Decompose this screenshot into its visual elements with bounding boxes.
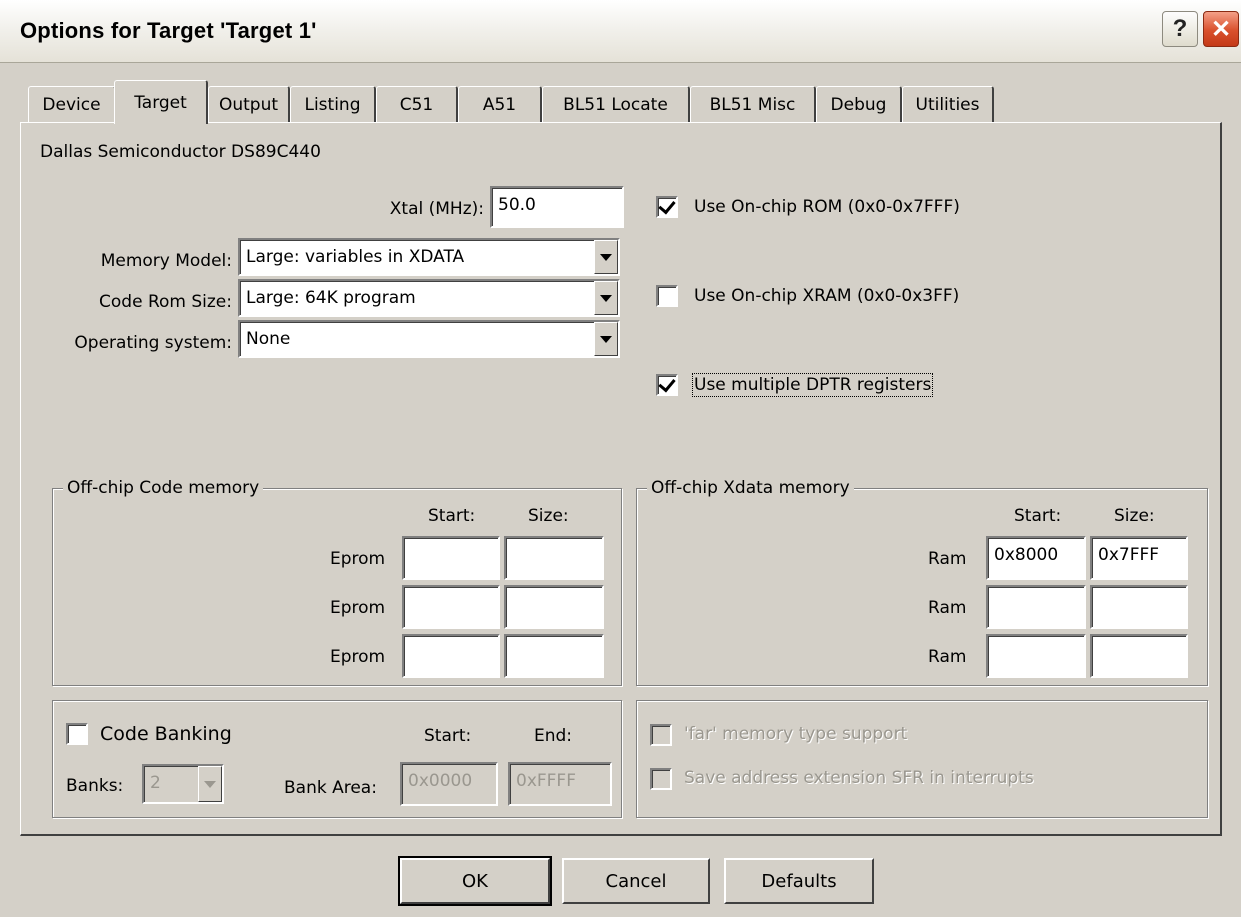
tab-label: BL51 Locate xyxy=(563,94,668,115)
code-start-input-2[interactable] xyxy=(402,585,500,629)
onchip-xram-label[interactable]: Use On-chip XRAM (0x0-0x3FF) xyxy=(694,286,959,306)
xdata-row-label: Ram xyxy=(928,549,967,569)
onchip-rom-label[interactable]: Use On-chip ROM (0x0-0x7FFF) xyxy=(694,197,960,217)
xdata-start-input-1[interactable]: 0x8000 xyxy=(986,536,1086,580)
operating-system-label: Operating system: xyxy=(74,333,232,353)
tab-bl51-locate[interactable]: BL51 Locate xyxy=(542,86,690,122)
tab-label: Listing xyxy=(304,94,361,115)
code-banking-checkbox[interactable] xyxy=(66,723,88,745)
tab-target[interactable]: Target xyxy=(114,80,208,124)
device-name: Dallas Semiconductor DS89C440 xyxy=(40,142,321,162)
code-size-input-3[interactable] xyxy=(504,634,604,678)
defaults-button[interactable]: Defaults xyxy=(724,858,874,904)
chevron-down-icon xyxy=(600,335,612,343)
tab-a51[interactable]: A51 xyxy=(458,86,542,122)
banks-dropdown-button[interactable] xyxy=(198,766,222,802)
xdata-start-header: Start: xyxy=(1014,506,1062,526)
multiple-dptr-checkbox[interactable] xyxy=(656,374,678,396)
code-rom-size-value: Large: 64K program xyxy=(246,288,416,308)
tab-label: Output xyxy=(218,94,279,115)
checkmark-icon xyxy=(658,374,676,393)
tab-label: Utilities xyxy=(915,94,980,115)
chevron-down-icon xyxy=(600,294,612,302)
bank-area-label: Bank Area: xyxy=(284,778,377,798)
xtal-input[interactable]: 50.0 xyxy=(490,186,624,228)
ok-button[interactable]: OK xyxy=(398,856,552,906)
onchip-xram-checkbox[interactable] xyxy=(656,285,678,307)
tab-bl51-misc[interactable]: BL51 Misc xyxy=(690,86,816,122)
window-title: Options for Target 'Target 1' xyxy=(20,18,317,43)
xdata-size-header: Size: xyxy=(1114,506,1155,526)
xdata-memory-title: Off-chip Xdata memory xyxy=(647,478,854,498)
tab-label: A51 xyxy=(482,94,517,115)
help-button[interactable]: ? xyxy=(1162,11,1198,47)
tab-label: Debug xyxy=(830,94,887,115)
banks-label: Banks: xyxy=(66,776,124,796)
tab-device[interactable]: Device xyxy=(28,86,116,122)
far-options-group xyxy=(636,700,1208,818)
memory-model-select[interactable]: Large: variables in XDATA xyxy=(238,238,620,276)
code-size-input-1[interactable] xyxy=(504,536,604,580)
banks-select[interactable]: 2 xyxy=(142,764,224,804)
save-sfr-label[interactable]: Save address extension SFR in interrupts xyxy=(684,768,1034,788)
xdata-size-input-1[interactable]: 0x7FFF xyxy=(1090,536,1188,580)
chevron-down-icon xyxy=(600,253,612,261)
tab-output[interactable]: Output xyxy=(208,86,290,122)
code-rom-size-label: Code Rom Size: xyxy=(99,292,232,312)
tab-listing[interactable]: Listing xyxy=(290,86,376,122)
operating-system-value: None xyxy=(246,329,291,349)
code-start-input-1[interactable] xyxy=(402,536,500,580)
onchip-rom-checkbox[interactable] xyxy=(656,196,678,218)
operating-system-dropdown-button[interactable] xyxy=(594,322,618,356)
xdata-size-input-2[interactable] xyxy=(1090,585,1188,629)
xtal-label: Xtal (MHz): xyxy=(389,199,484,219)
tab-label: Target xyxy=(134,92,187,113)
memory-model-label: Memory Model: xyxy=(100,251,232,271)
tab-label: C51 xyxy=(399,94,434,115)
code-start-input-3[interactable] xyxy=(402,634,500,678)
title-bar[interactable]: Options for Target 'Target 1' ? ✕ xyxy=(0,0,1241,63)
save-sfr-checkbox[interactable] xyxy=(650,768,672,790)
far-support-checkbox[interactable] xyxy=(650,724,672,746)
banks-value: 2 xyxy=(150,773,161,793)
tab-utilities[interactable]: Utilities xyxy=(902,86,994,122)
code-rom-size-select[interactable]: Large: 64K program xyxy=(238,279,620,317)
code-size-header: Size: xyxy=(528,506,569,526)
xdata-start-input-2[interactable] xyxy=(986,585,1086,629)
bank-area-start-input[interactable]: 0x0000 xyxy=(400,762,498,806)
far-support-label[interactable]: 'far' memory type support xyxy=(684,724,907,744)
bank-area-end-input[interactable]: 0xFFFF xyxy=(508,762,612,806)
question-mark-icon: ? xyxy=(1172,15,1188,42)
close-button[interactable]: ✕ xyxy=(1203,11,1239,47)
bank-end-header: End: xyxy=(534,726,573,746)
xdata-row-label: Ram xyxy=(928,647,967,667)
code-row-label: Eprom xyxy=(330,598,386,618)
code-start-header: Start: xyxy=(428,506,476,526)
operating-system-select[interactable]: None xyxy=(238,320,620,358)
close-icon: ✕ xyxy=(1210,15,1232,43)
bank-start-header: Start: xyxy=(424,726,472,746)
tab-c51[interactable]: C51 xyxy=(376,86,458,122)
memory-model-dropdown-button[interactable] xyxy=(594,240,618,274)
memory-model-value: Large: variables in XDATA xyxy=(246,247,465,267)
code-banking-label[interactable]: Code Banking xyxy=(100,723,232,745)
tab-label: Device xyxy=(42,94,101,115)
code-row-label: Eprom xyxy=(330,549,386,569)
code-rom-size-dropdown-button[interactable] xyxy=(594,281,618,315)
xdata-size-input-3[interactable] xyxy=(1090,634,1188,678)
chevron-down-icon xyxy=(204,780,216,788)
tab-label: BL51 Misc xyxy=(709,94,796,115)
code-size-input-2[interactable] xyxy=(504,585,604,629)
cancel-button[interactable]: Cancel xyxy=(562,858,710,904)
code-memory-title: Off-chip Code memory xyxy=(63,478,264,498)
multiple-dptr-label[interactable]: Use multiple DPTR registers xyxy=(691,373,934,397)
xdata-start-input-3[interactable] xyxy=(986,634,1086,678)
code-row-label: Eprom xyxy=(330,647,386,667)
checkmark-icon xyxy=(658,196,676,215)
xdata-row-label: Ram xyxy=(928,598,967,618)
tab-debug[interactable]: Debug xyxy=(816,86,902,122)
